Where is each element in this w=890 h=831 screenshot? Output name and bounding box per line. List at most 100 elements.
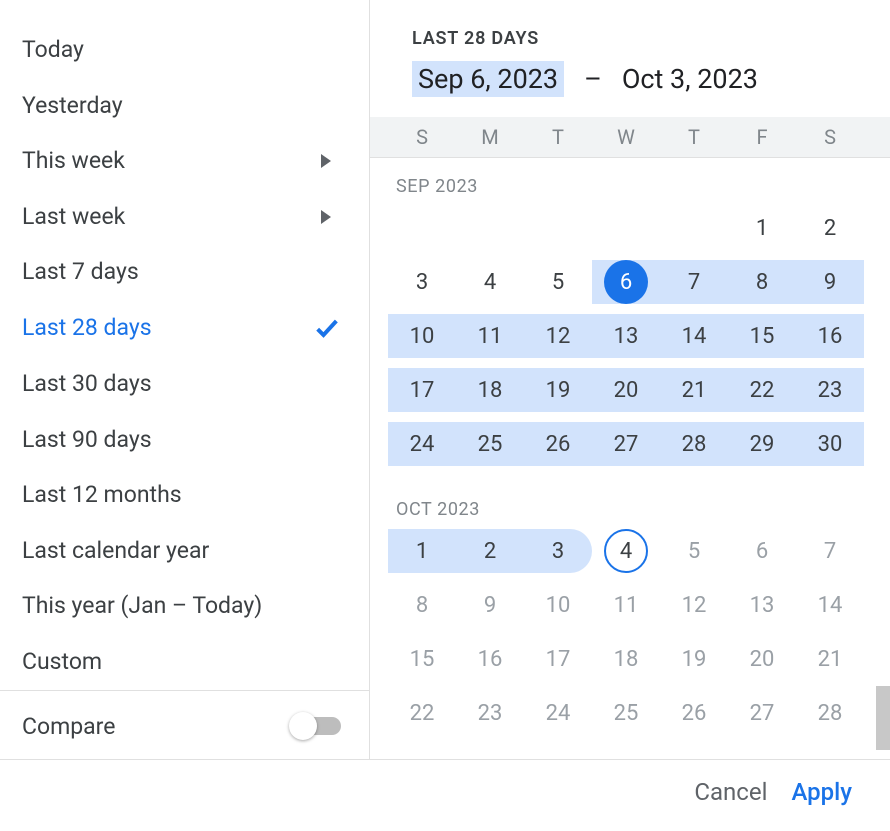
- range-separator: –: [584, 63, 602, 95]
- preset-this-year[interactable]: This year (Jan – Today): [0, 578, 369, 634]
- calendar-day[interactable]: 23: [456, 686, 524, 740]
- calendar-day[interactable]: 16: [796, 309, 864, 363]
- calendar-day[interactable]: 28: [796, 686, 864, 740]
- calendar-day[interactable]: 26: [660, 686, 728, 740]
- calendar-months: SEP 202312345678910111213141516171819202…: [370, 158, 890, 750]
- dow-tue: T: [524, 125, 592, 149]
- check-icon: [313, 314, 341, 342]
- calendar-day[interactable]: 21: [660, 363, 728, 417]
- calendar-day[interactable]: 25: [456, 417, 524, 471]
- calendar-day[interactable]: 23: [796, 363, 864, 417]
- calendar-day[interactable]: 9: [456, 578, 524, 632]
- apply-button[interactable]: Apply: [791, 778, 852, 806]
- calendar-day[interactable]: 11: [592, 578, 660, 632]
- calendar-day[interactable]: 13: [592, 309, 660, 363]
- preset-last-week[interactable]: Last week: [0, 189, 369, 245]
- calendar-week: 12: [388, 201, 864, 255]
- calendar-week: 891011121314: [388, 578, 864, 632]
- dow-mon: M: [456, 125, 524, 149]
- calendar-day[interactable]: 16: [456, 632, 524, 686]
- calendar-day[interactable]: 9: [796, 255, 864, 309]
- calendar-day[interactable]: 7: [660, 255, 728, 309]
- calendar-day[interactable]: 10: [524, 578, 592, 632]
- range-start-date[interactable]: Sep 6, 2023: [412, 61, 564, 97]
- scrollbar-thumb[interactable]: [876, 686, 890, 750]
- calendar-day[interactable]: 19: [524, 363, 592, 417]
- calendar-week: 15161718192021: [388, 632, 864, 686]
- calendar-day[interactable]: 11: [456, 309, 524, 363]
- calendar-day[interactable]: 4: [456, 255, 524, 309]
- calendar-day[interactable]: 1: [388, 524, 456, 578]
- preset-last-12-months[interactable]: Last 12 months: [0, 467, 369, 523]
- preset-custom[interactable]: Custom: [0, 634, 369, 690]
- calendar-day[interactable]: 1: [728, 201, 796, 255]
- cancel-button[interactable]: Cancel: [694, 778, 767, 806]
- calendar-day[interactable]: 30: [796, 417, 864, 471]
- compare-toggle[interactable]: [291, 717, 341, 735]
- calendar-week: 17181920212223: [388, 363, 864, 417]
- calendar-day: [456, 201, 524, 255]
- range-start-marker: 6: [604, 260, 648, 304]
- calendar-day[interactable]: 22: [388, 686, 456, 740]
- calendar-day[interactable]: 7: [796, 524, 864, 578]
- calendar-day[interactable]: 20: [728, 632, 796, 686]
- calendar-day: [388, 201, 456, 255]
- calendar-day[interactable]: 18: [592, 632, 660, 686]
- calendar-day[interactable]: 6: [728, 524, 796, 578]
- calendar-day[interactable]: 13: [728, 578, 796, 632]
- calendar-day[interactable]: 3: [524, 524, 592, 578]
- calendar-day[interactable]: 12: [524, 309, 592, 363]
- compare-label: Compare: [22, 713, 115, 740]
- dow-thu: T: [660, 125, 728, 149]
- calendar-day[interactable]: 28: [660, 417, 728, 471]
- calendar-day[interactable]: 8: [728, 255, 796, 309]
- calendar-day[interactable]: 15: [728, 309, 796, 363]
- preset-last-30-days[interactable]: Last 30 days: [0, 356, 369, 412]
- chevron-right-icon: [321, 210, 331, 224]
- month-block: SEP 202312345678910111213141516171819202…: [370, 158, 890, 481]
- calendar-day[interactable]: 21: [796, 632, 864, 686]
- calendar-day[interactable]: 25: [592, 686, 660, 740]
- calendar-day[interactable]: 27: [728, 686, 796, 740]
- range-title: LAST 28 DAYS: [412, 28, 880, 49]
- range-end-date[interactable]: Oct 3, 2023: [622, 63, 758, 95]
- calendar-day[interactable]: 4: [592, 524, 660, 578]
- chevron-right-icon: [321, 154, 331, 168]
- calendar-day[interactable]: 3: [388, 255, 456, 309]
- preset-last-7-days[interactable]: Last 7 days: [0, 244, 369, 300]
- preset-last-90-days[interactable]: Last 90 days: [0, 412, 369, 468]
- calendar-day[interactable]: 5: [524, 255, 592, 309]
- calendar-day[interactable]: 27: [592, 417, 660, 471]
- calendar-day: [524, 201, 592, 255]
- calendar-day[interactable]: 5: [660, 524, 728, 578]
- calendar-day[interactable]: 2: [456, 524, 524, 578]
- calendar-day[interactable]: 17: [388, 363, 456, 417]
- preset-yesterday[interactable]: Yesterday: [0, 78, 369, 134]
- calendar-week: 1234567: [388, 524, 864, 578]
- month-block: OCT 202312345678910111213141516171819202…: [370, 481, 890, 750]
- calendar-day[interactable]: 12: [660, 578, 728, 632]
- calendar-day[interactable]: 15: [388, 632, 456, 686]
- calendar-day[interactable]: 24: [524, 686, 592, 740]
- calendar-day[interactable]: 2: [796, 201, 864, 255]
- calendar-day[interactable]: 19: [660, 632, 728, 686]
- month-label: OCT 2023: [388, 491, 864, 524]
- calendar-day[interactable]: 20: [592, 363, 660, 417]
- calendar-day[interactable]: 10: [388, 309, 456, 363]
- calendar-day[interactable]: 24: [388, 417, 456, 471]
- preset-last-28-days[interactable]: Last 28 days: [0, 300, 369, 356]
- preset-today[interactable]: Today: [0, 22, 369, 78]
- calendar-day[interactable]: 14: [796, 578, 864, 632]
- calendar-day[interactable]: 22: [728, 363, 796, 417]
- preset-last-calendar-year[interactable]: Last calendar year: [0, 523, 369, 579]
- calendar-day[interactable]: 14: [660, 309, 728, 363]
- calendar-day[interactable]: 29: [728, 417, 796, 471]
- dow-fri: F: [728, 125, 796, 149]
- calendar-week: 24252627282930: [388, 417, 864, 471]
- calendar-day[interactable]: 6: [592, 255, 660, 309]
- calendar-day[interactable]: 17: [524, 632, 592, 686]
- calendar-day[interactable]: 18: [456, 363, 524, 417]
- preset-this-week[interactable]: This week: [0, 133, 369, 189]
- calendar-day[interactable]: 8: [388, 578, 456, 632]
- calendar-day[interactable]: 26: [524, 417, 592, 471]
